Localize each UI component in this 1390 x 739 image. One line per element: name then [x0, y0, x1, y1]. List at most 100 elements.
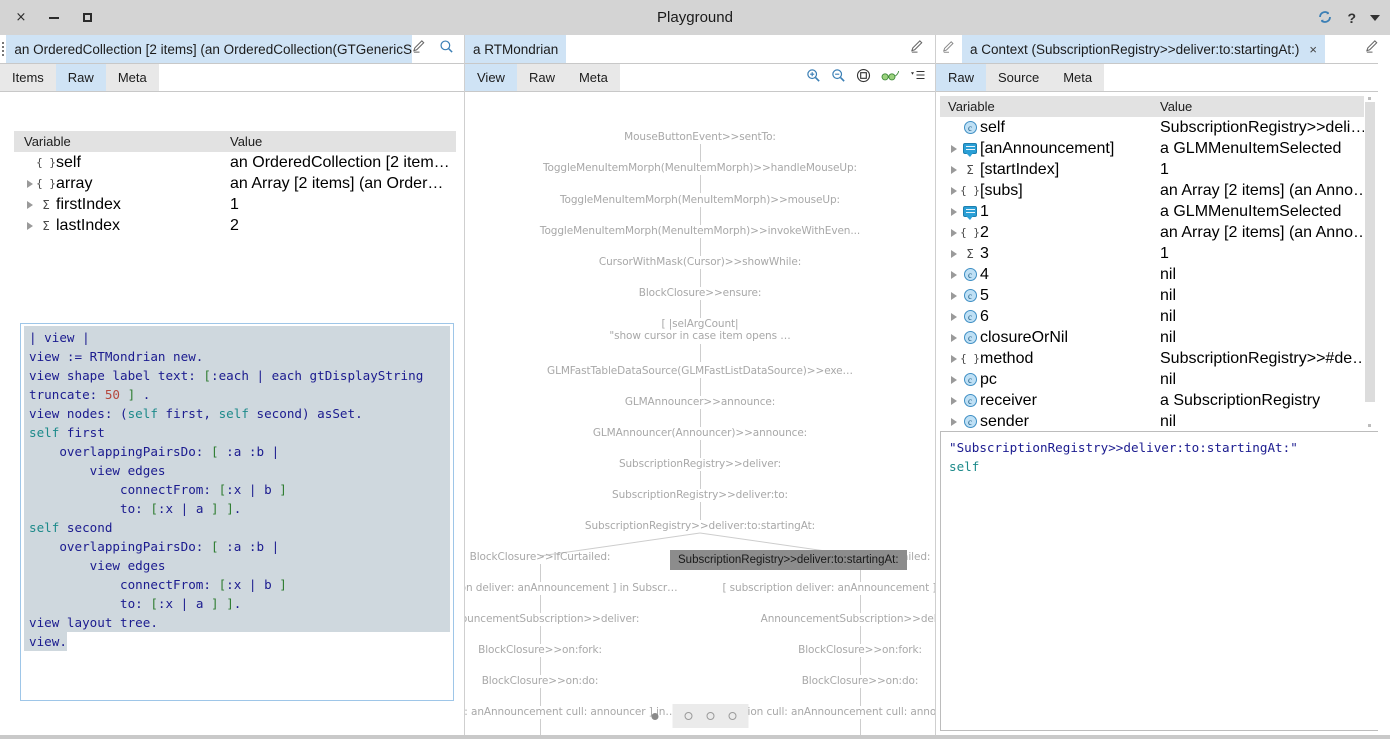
sync-icon[interactable] — [1317, 9, 1333, 27]
expand-arrow[interactable] — [24, 201, 36, 209]
pager-dot-active[interactable] — [651, 712, 659, 720]
tab-items[interactable]: Items — [0, 64, 56, 91]
tree-node[interactable]: AnnouncementSubscription>>deliver: — [465, 613, 639, 625]
left-pane-title-tab[interactable]: an OrderedCollection [2 items] (an Order… — [6, 35, 412, 63]
expand-arrow[interactable] — [948, 145, 960, 153]
expand-arrow[interactable] — [948, 376, 960, 384]
tree-node[interactable]: [ subscription deliver: anAnnouncement ]… — [465, 582, 678, 594]
tree-node[interactable]: ToggleMenuItemMorph(MenuItemMorph)>>mous… — [560, 194, 840, 206]
tree-node[interactable]: GLMAnnouncer(Announcer)>>announce: — [593, 427, 807, 439]
mid-pane-title-tab[interactable]: a RTMondrian — [465, 35, 567, 63]
tab-view[interactable]: View — [465, 64, 517, 91]
table-row[interactable]: c 5 nil — [940, 285, 1375, 306]
chevron-down-icon[interactable] — [1370, 14, 1380, 21]
tree-node[interactable]: SubscriptionRegistry>>deliver:to: — [612, 489, 788, 501]
table-row[interactable]: { }[subs] an Array [2 items] (an Announce… — [940, 180, 1375, 201]
expand-arrow[interactable] — [24, 222, 36, 230]
tree-visualization-canvas[interactable]: MouseButtonEvent>>sentTo: ToggleMenuItem… — [465, 93, 935, 736]
tab-source[interactable]: Source — [986, 64, 1052, 91]
pencil-icon[interactable] — [412, 39, 427, 59]
tree-node[interactable]: [ subscription deliver: anAnnouncement ]… — [722, 582, 935, 594]
window-close-button[interactable]: × — [12, 9, 30, 27]
tab-raw[interactable]: Raw — [516, 64, 567, 91]
table-row[interactable]: c pc nil — [940, 369, 1375, 390]
expand-arrow[interactable] — [948, 166, 960, 174]
tree-node[interactable]: BlockClosure>>on:do: — [802, 675, 919, 687]
tree-node[interactable]: CursorWithMask(Cursor)>>showWhile: — [599, 256, 801, 268]
table-row[interactable]: { }2 an Array [2 items] (an Announcement… — [940, 222, 1375, 243]
tree-node[interactable]: GLMAnnouncer>>announce: — [625, 396, 775, 408]
tree-node[interactable]: [ action cull: anAnnouncement cull: anno… — [724, 706, 935, 718]
tree-node[interactable]: GLMFastTableDataSource(GLMFastListDataSo… — [547, 365, 853, 377]
table-row[interactable]: c closureOrNil nil — [940, 327, 1375, 348]
tab-raw[interactable]: Raw — [936, 64, 987, 91]
expand-arrow[interactable] — [948, 271, 960, 279]
expand-arrow[interactable] — [948, 418, 960, 426]
table-row[interactable]: Σ3 1 — [940, 243, 1375, 264]
fit-to-screen-icon[interactable] — [856, 68, 871, 88]
tree-node[interactable]: [ |selArgCount| "show cursor in case ite… — [609, 318, 790, 342]
expand-arrow[interactable] — [948, 292, 960, 300]
expand-arrow[interactable] — [948, 229, 960, 237]
table-row[interactable]: Σ firstIndex 1 — [14, 194, 456, 215]
tree-node[interactable]: BlockClosure>>ensure: — [639, 287, 762, 299]
glasses-icon[interactable] — [881, 69, 901, 87]
pencil-icon[interactable] — [936, 40, 962, 59]
table-row[interactable]: c 6 nil — [940, 306, 1375, 327]
zoom-out-icon[interactable] — [831, 68, 846, 88]
table-row[interactable]: c sender nil — [940, 411, 1375, 432]
pager-dot[interactable] — [706, 712, 715, 720]
list-menu-icon[interactable] — [911, 69, 925, 87]
window-minimize-button[interactable] — [45, 9, 63, 27]
scroll-down-dot-icon[interactable] — [1368, 424, 1371, 427]
help-icon[interactable]: ? — [1347, 11, 1356, 25]
table-row[interactable]: { } array an Array [2 items] (an Ordered… — [14, 173, 456, 194]
tab-meta[interactable]: Meta — [1051, 64, 1105, 91]
expand-arrow[interactable] — [948, 334, 960, 342]
code-editor[interactable]: | view | view := RTMondrian new. view sh… — [20, 323, 454, 701]
table-row[interactable]: c receiver a SubscriptionRegistry — [940, 390, 1375, 411]
tab-meta[interactable]: Meta — [566, 64, 620, 91]
expand-arrow[interactable] — [948, 397, 960, 405]
tree-node[interactable]: BlockClosure>>on:fork: — [798, 644, 922, 656]
table-row[interactable]: { }method SubscriptionRegistry>>#deliver:… — [940, 348, 1375, 369]
tree-node[interactable]: BlockClosure>>ifCurtailed: — [470, 551, 611, 563]
table-row[interactable]: cself SubscriptionRegistry>>deliver:to:st… — [940, 117, 1375, 138]
tree-node[interactable]: BlockClosure>>on:fork: — [478, 644, 602, 656]
window-maximize-button[interactable] — [78, 9, 96, 27]
pager-dot[interactable] — [728, 712, 737, 720]
left-pane-drag-handle[interactable] — [1, 41, 5, 57]
table-row[interactable]: { } self an OrderedCollection [2 items] … — [14, 152, 456, 173]
tab-meta[interactable]: Meta — [105, 64, 159, 91]
table-row[interactable]: 1 a GLMMenuItemSelected — [940, 201, 1375, 222]
tree-node[interactable]: MouseButtonEvent>>sentTo: — [624, 131, 776, 143]
tree-node[interactable]: [ action cull: anAnnouncement cull: anno… — [465, 706, 676, 718]
pager-dot[interactable] — [684, 712, 693, 720]
tree-node[interactable]: ToggleMenuItemMorph(MenuItemMorph)>>hand… — [543, 162, 857, 174]
tree-node[interactable]: BlockClosure>>on:do: — [482, 675, 599, 687]
expand-arrow[interactable] — [948, 355, 960, 363]
tab-raw[interactable]: Raw — [55, 64, 106, 91]
table-row[interactable]: Σ [startIndex] 1 — [940, 159, 1375, 180]
tree-node[interactable]: SubscriptionRegistry>>deliver: — [619, 458, 781, 470]
panel-scrollbar-track[interactable] — [1378, 35, 1390, 739]
magnifier-icon[interactable] — [439, 39, 454, 59]
source-code-viewer[interactable]: "SubscriptionRegistry>>deliver:to:starti… — [940, 431, 1386, 731]
tree-node[interactable]: ToggleMenuItemMorph(MenuItemMorph)>>invo… — [540, 225, 860, 237]
tree-node[interactable]: SubscriptionRegistry>>deliver:to:startin… — [585, 520, 815, 532]
scroll-up-dot-icon[interactable] — [1368, 97, 1371, 100]
table-scrollbar-thumb[interactable] — [1365, 102, 1375, 402]
close-icon[interactable]: × — [1309, 42, 1317, 57]
table-scrollbar-track[interactable] — [1364, 96, 1376, 428]
pencil-icon[interactable] — [910, 39, 925, 59]
expand-arrow[interactable] — [948, 313, 960, 321]
tree-node[interactable]: AnnouncementSubscription>>deliver: — [761, 613, 935, 625]
table-row[interactable]: Σ lastIndex 2 — [14, 215, 456, 236]
table-row[interactable]: [anAnnouncement] a GLMMenuItemSelected — [940, 138, 1375, 159]
expand-arrow[interactable] — [24, 180, 36, 188]
table-row[interactable]: c 4 nil — [940, 264, 1375, 285]
expand-arrow[interactable] — [948, 208, 960, 216]
expand-arrow[interactable] — [948, 187, 960, 195]
expand-arrow[interactable] — [948, 250, 960, 258]
right-pane-title-tab[interactable]: a Context (SubscriptionRegistry>>deliver… — [962, 35, 1325, 63]
